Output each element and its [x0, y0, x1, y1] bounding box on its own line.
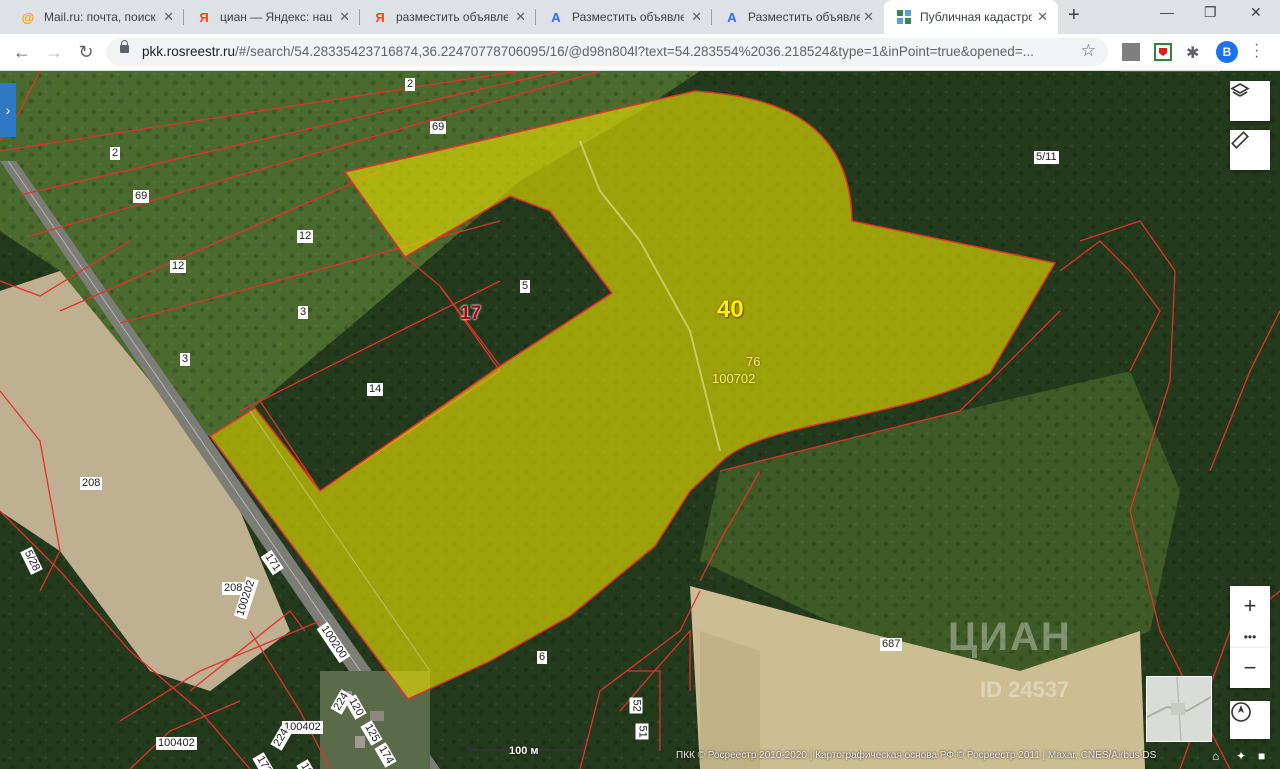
satellite-imagery — [0, 71, 1280, 769]
compass-button[interactable] — [1230, 701, 1270, 739]
scale-label: 100 м — [509, 745, 539, 757]
yandex-icon: Я — [375, 9, 385, 25]
close-icon[interactable]: ✕ — [691, 9, 702, 25]
zoom-more-button[interactable]: ••• — [1230, 626, 1270, 648]
tab-title: Разместить объявление — [572, 10, 684, 24]
avito-icon: A — [727, 9, 737, 25]
sidebar-toggle-button[interactable]: › — [0, 83, 16, 137]
home-icon[interactable]: ⌂ — [1212, 749, 1219, 763]
parcel-label[interactable]: 5 — [520, 280, 531, 293]
address-url[interactable]: pkk.rosreestr.ru/#/search/54.28335423716… — [142, 44, 1034, 59]
more-dots-icon: ••• — [1243, 630, 1257, 644]
browser-toolbar: ← → ↻ pkk.rosreestr.ru/#/search/54.28335… — [0, 34, 1280, 71]
address-bar[interactable]: pkk.rosreestr.ru/#/search/54.28335423716… — [106, 38, 1108, 66]
parcel-label[interactable]: 208 — [80, 477, 103, 490]
tab-rosreestr-active[interactable]: Публичная кадастровая ✕ — [884, 0, 1058, 34]
close-window-button[interactable]: ✕ — [1250, 4, 1262, 21]
selected-quarter-label: 100702 — [712, 371, 756, 386]
new-tab-button[interactable]: + — [1068, 4, 1080, 27]
close-icon[interactable]: ✕ — [339, 9, 350, 25]
parcel-label[interactable]: 3 — [298, 306, 309, 319]
avito-icon: A — [551, 9, 561, 25]
chevron-right-icon: › — [5, 102, 11, 118]
cadastral-map[interactable]: 2 69 2 69 12 12 3 3 5 14 17 5/11 208 208… — [0, 71, 1280, 769]
forward-button[interactable]: → — [42, 40, 66, 64]
close-icon[interactable]: ✕ — [515, 9, 526, 25]
parcel-label[interactable]: 69 — [133, 190, 150, 203]
yandex-icon: Я — [199, 9, 209, 25]
extensions-puzzle-icon[interactable]: ✱ — [1186, 43, 1204, 62]
parcel-label[interactable]: 52 — [629, 697, 643, 714]
close-icon[interactable]: ✕ — [1037, 9, 1048, 25]
layers-button[interactable] — [1230, 81, 1270, 121]
parcel-label[interactable]: 69 — [430, 121, 447, 134]
tab-title: циан — Яндекс: нашлось — [220, 10, 332, 24]
parcel-label[interactable]: 2 — [405, 78, 416, 91]
minus-icon: − — [1243, 655, 1257, 680]
chrome-menu-icon[interactable]: · · · — [1254, 37, 1259, 65]
quarter-label[interactable]: 100402 — [156, 737, 197, 750]
watermark: ЦИАН — [948, 615, 1072, 659]
ruler-icon — [1231, 131, 1249, 149]
restore-button[interactable]: ❐ — [1204, 4, 1217, 21]
watermark-id: ID 24537 — [980, 677, 1070, 702]
parcel-label[interactable]: 51 — [635, 723, 649, 740]
extension-shield-icon[interactable] — [1154, 43, 1172, 61]
tab-yandex-razmestit[interactable]: Я разместить объявление ✕ — [360, 0, 536, 34]
parcel-label[interactable]: 12 — [170, 260, 187, 273]
tab-title: Публичная кадастровая — [920, 10, 1032, 24]
parcel-label[interactable]: 2 — [110, 147, 121, 160]
info-icon[interactable]: ■ — [1258, 749, 1265, 763]
selected-parcel-sub: 76 — [746, 354, 761, 369]
parcel-label[interactable]: 3 — [180, 353, 191, 366]
quarter-label-17[interactable]: 17 — [460, 304, 481, 323]
tab-mailru[interactable]: @ Mail.ru: почта, поиск в ✕ — [8, 0, 184, 34]
tab-title: разместить объявление — [396, 10, 508, 24]
profile-avatar[interactable]: B — [1216, 41, 1238, 63]
tab-avito-2[interactable]: A Разместить объявление ✕ — [712, 0, 884, 34]
parcel-label[interactable]: 687 — [880, 638, 903, 651]
back-button[interactable]: ← — [10, 40, 34, 64]
tab-title: Mail.ru: почта, поиск в — [44, 10, 156, 24]
zoom-out-button[interactable]: − — [1230, 648, 1270, 688]
tab-avito-1[interactable]: A Разместить объявление ✕ — [536, 0, 712, 34]
parcel-label[interactable]: 14 — [367, 383, 384, 396]
minimap-thumbnail[interactable] — [1146, 676, 1212, 742]
extension-gray-icon[interactable] — [1122, 43, 1140, 61]
parcel-label[interactable]: 6 — [537, 651, 548, 664]
map-attribution: ПКК © Росреестр 2010-2020 | Картографиче… — [676, 750, 1157, 761]
rosreestr-icon — [896, 9, 912, 25]
location-icon[interactable]: ✦ — [1236, 749, 1246, 763]
compass-icon — [1231, 702, 1251, 722]
mailru-icon: @ — [21, 9, 35, 25]
lock-icon[interactable] — [120, 40, 129, 53]
tab-yandex-cian[interactable]: Я циан — Яндекс: нашлось ✕ — [184, 0, 360, 34]
parcel-label[interactable]: 5/11 — [1034, 151, 1059, 164]
close-icon[interactable]: ✕ — [163, 9, 174, 25]
plus-icon: + — [1243, 593, 1257, 618]
selected-parcel-number[interactable]: 40 — [717, 298, 744, 322]
tab-strip: @ Mail.ru: почта, поиск в ✕ Я циан — Янд… — [0, 0, 1280, 34]
layers-icon — [1230, 83, 1250, 97]
bookmark-star-icon[interactable]: ☆ — [1081, 41, 1096, 61]
close-icon[interactable]: ✕ — [863, 9, 874, 25]
measure-button[interactable] — [1230, 130, 1270, 170]
tab-title: Разместить объявление — [748, 10, 860, 24]
parcel-label[interactable]: 12 — [297, 230, 314, 243]
minimize-button[interactable]: — — [1160, 4, 1174, 20]
zoom-in-button[interactable]: + — [1230, 586, 1270, 626]
reload-button[interactable]: ↻ — [74, 40, 98, 64]
